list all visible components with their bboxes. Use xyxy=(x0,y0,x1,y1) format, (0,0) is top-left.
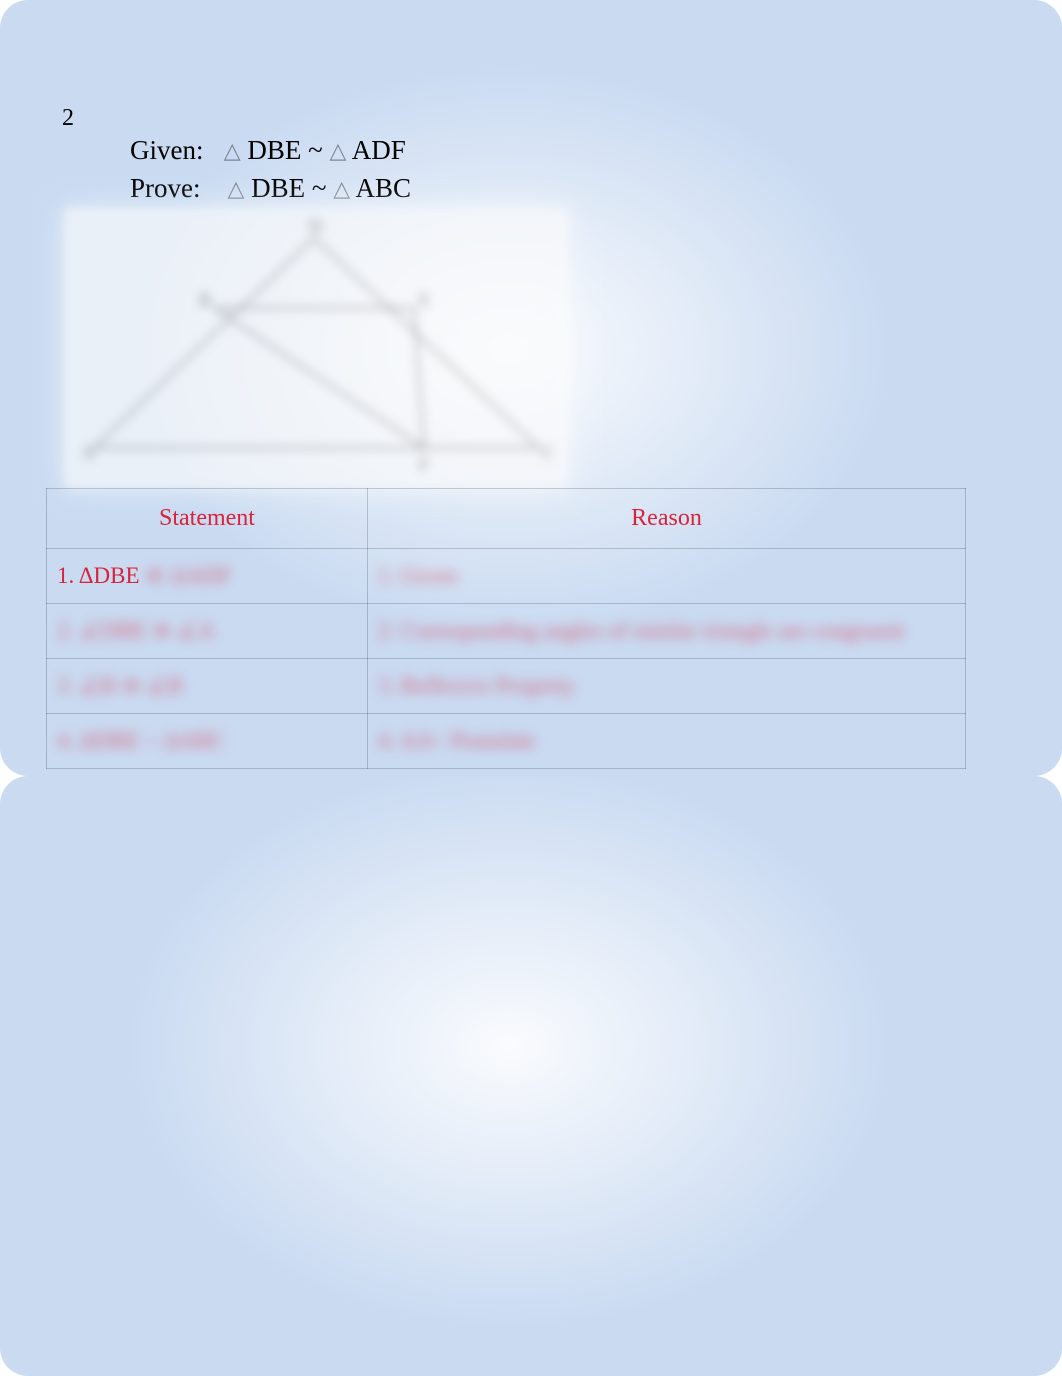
prove-label: Prove: xyxy=(130,173,201,203)
prove-value-2: ABC xyxy=(355,173,411,203)
header-statement: Statement xyxy=(47,489,368,549)
svg-text:B: B xyxy=(199,290,211,310)
prove-value-1: DBE ~ xyxy=(251,173,326,203)
prove-line: Prove: △ DBE ~ △ ABC xyxy=(130,173,411,204)
table-row: 2. ∠DBE ≅ ∠A 2. Corresponding angles of … xyxy=(47,604,966,659)
given-value-2: ADF xyxy=(352,135,406,165)
reason-text: 2. Corresponding angles of similar trian… xyxy=(378,618,904,643)
reason-text: 4. AA~ Postulate xyxy=(378,728,535,753)
statement-rest: ≅ ΔADF xyxy=(145,563,231,588)
page-number: 2 xyxy=(62,105,74,132)
header-reason: Reason xyxy=(368,489,966,549)
reason-text: 3. Reflexive Property xyxy=(378,673,575,698)
svg-text:E: E xyxy=(419,290,430,310)
proof-table: Statement Reason 1. ΔDBE ≅ ΔADF 1. Given… xyxy=(46,488,966,769)
reason-text: 1. Given xyxy=(378,563,457,588)
table-row: 4. ΔDBE ~ ΔABC 4. AA~ Postulate xyxy=(47,714,966,769)
given-label: Given: xyxy=(130,135,204,165)
statement-prefix: 1. ΔDBE xyxy=(57,563,140,588)
statement-rest: 2. ∠DBE ≅ ∠A xyxy=(57,618,215,643)
svg-text:F: F xyxy=(419,454,429,474)
geometry-diagram: D B E A C F xyxy=(64,208,569,488)
slide-card-2 xyxy=(0,776,1062,1376)
statement-rest: 3. ∠B ≅ ∠B xyxy=(57,673,183,698)
svg-text:D: D xyxy=(309,216,322,236)
svg-text:A: A xyxy=(82,442,95,462)
slide-card-1: 2 Given: △ DBE ~ △ ADF Prove: △ DBE ~ △ … xyxy=(0,0,1062,776)
statement-rest: 4. ΔDBE ~ ΔABC xyxy=(57,728,226,753)
given-line: Given: △ DBE ~ △ ADF xyxy=(130,135,406,166)
table-row: 3. ∠B ≅ ∠B 3. Reflexive Property xyxy=(47,659,966,714)
svg-text:C: C xyxy=(542,442,554,462)
given-value-1: DBE ~ xyxy=(247,135,322,165)
table-row: 1. ΔDBE ≅ ΔADF 1. Given xyxy=(47,549,966,604)
